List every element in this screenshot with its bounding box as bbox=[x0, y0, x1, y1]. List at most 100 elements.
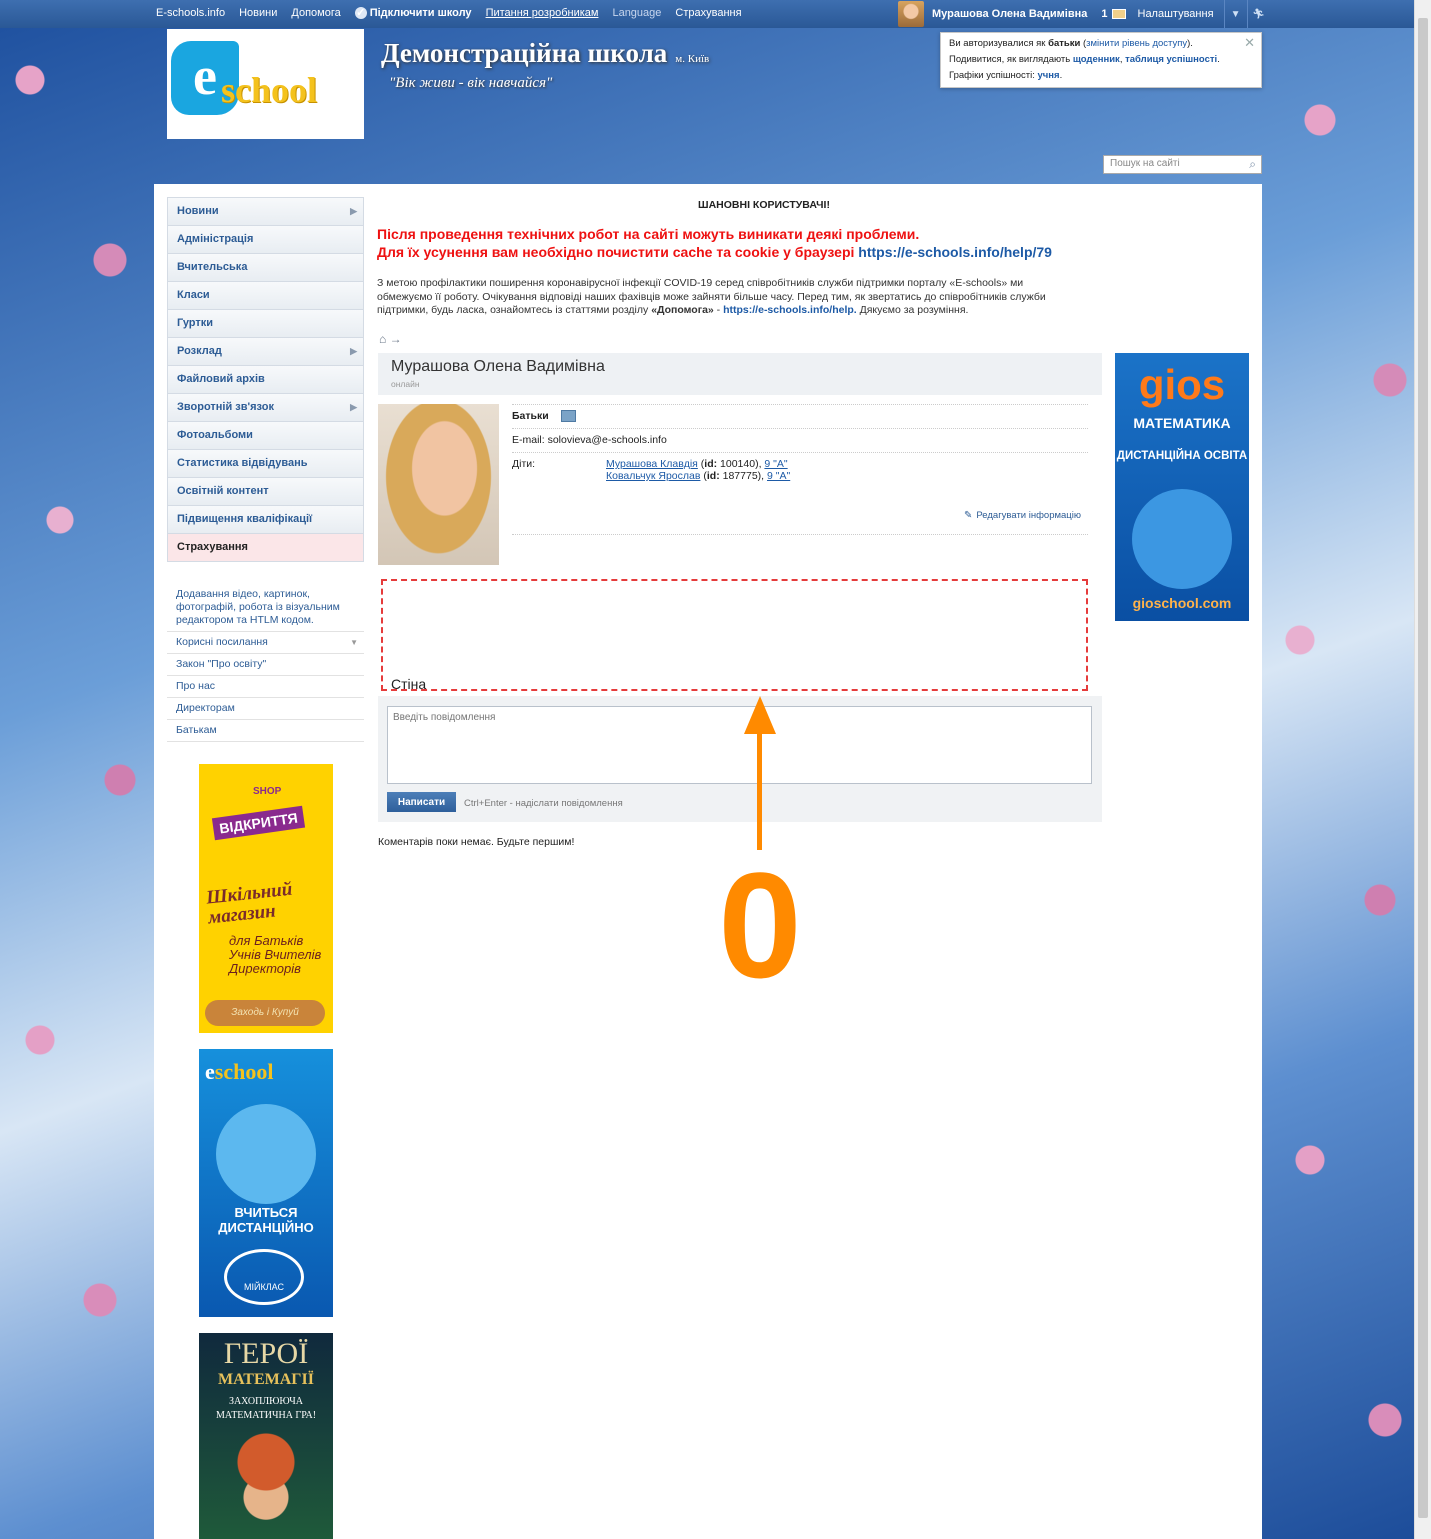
sidebar-item-feedback[interactable]: Зворотній зв'язок ▶ bbox=[167, 394, 364, 422]
help-link[interactable]: https://e-schools.info/help. bbox=[723, 304, 857, 316]
sidebar-item-file-archive[interactable]: Файловий архів bbox=[167, 366, 364, 394]
link-education-law[interactable]: Закон "Про освіту" bbox=[167, 654, 364, 676]
scrollbar[interactable] bbox=[1414, 0, 1431, 1539]
sidebar-item-visit-stats[interactable]: Статистика відвідувань bbox=[167, 450, 364, 478]
shop-banner[interactable]: SHOP ВІДКРИТТЯ Шкільний магазин для Бать… bbox=[199, 764, 333, 1033]
chevron-right-icon: ▶ bbox=[350, 206, 357, 216]
game-banner-subtitle: МАТЕМАГІЇ bbox=[218, 1371, 314, 1388]
user-area: Мурашова Олена Вадимівна 1 Налаштування … bbox=[898, 0, 1270, 28]
math-game-banner[interactable]: ГЕРОЇ МАТЕМАГІЇ ЗАХОПЛЮЮЧА МАТЕМАТИЧНА Г… bbox=[199, 1333, 333, 1539]
envelope-icon[interactable] bbox=[1111, 9, 1126, 19]
sidebar-item-news[interactable]: Новини ▶ bbox=[167, 197, 364, 226]
profile-email: solovieva@e-schools.info bbox=[547, 434, 667, 447]
annotation-arrow bbox=[757, 724, 762, 850]
chevron-right-icon: ▶ bbox=[350, 346, 357, 356]
logo-text: school bbox=[221, 70, 318, 110]
child-class-link[interactable]: 9 "А" bbox=[764, 458, 787, 470]
announcement-title: ШАНОВНІ КОРИСТУВАЧІ! bbox=[698, 199, 830, 211]
highlight-box bbox=[381, 579, 1088, 691]
sidebar-item-teachers-room[interactable]: Вчительська bbox=[167, 254, 364, 282]
shop-banner-shop: SHOP bbox=[253, 786, 282, 797]
annotation-arrow-head bbox=[744, 696, 776, 734]
profile-name: Мурашова Олена Вадимівна bbox=[391, 358, 605, 375]
grades-table-link[interactable]: таблиця успішності bbox=[1125, 54, 1217, 65]
child-entry: Мурашова Клавдія (id: 100140), 9 "А" bbox=[606, 458, 788, 471]
edit-info-link[interactable]: ✎ Редагувати інформацію bbox=[964, 510, 1081, 521]
profile-photo[interactable] bbox=[378, 404, 499, 565]
close-icon[interactable]: ✕ bbox=[1244, 35, 1255, 51]
chevron-right-icon: ▶ bbox=[350, 402, 357, 412]
school-motto: "Вік живи - вік навчайся" bbox=[389, 75, 553, 91]
school-title: Демонстраційна школа м. Київ bbox=[381, 38, 710, 68]
auth-notice: Ви авторизувалися як батьки (змінити рів… bbox=[940, 32, 1262, 88]
wizard-icon bbox=[221, 1429, 311, 1539]
post-button[interactable]: Написати bbox=[387, 792, 456, 812]
auth-notice-line1: Ви авторизувалися як батьки (змінити рів… bbox=[949, 38, 1193, 49]
settings-link[interactable]: Налаштування bbox=[1138, 8, 1214, 20]
contact-card-icon[interactable] bbox=[560, 410, 576, 423]
child-link[interactable]: Мурашова Клавдія bbox=[606, 458, 698, 470]
online-status: онлайн bbox=[391, 379, 420, 389]
student-graphs-link[interactable]: учня bbox=[1038, 70, 1060, 81]
announcement-warning: Після проведення технічних робот на сайт… bbox=[377, 226, 1052, 260]
school-city: м. Київ bbox=[675, 53, 710, 65]
diary-link[interactable]: щоденник bbox=[1073, 54, 1120, 65]
site-logo[interactable]: e school bbox=[167, 29, 364, 139]
distance-learning-banner[interactable]: eschool ВЧИТЬСЯ ДИСТАНЦІЙНО МІЙКЛАС bbox=[199, 1049, 333, 1317]
wall-form: Написати Ctrl+Enter - надіслати повідомл… bbox=[378, 696, 1102, 822]
top-nav-eschools[interactable]: E-schools.info bbox=[156, 7, 225, 19]
top-nav-help[interactable]: Допомога bbox=[291, 7, 340, 19]
game-banner-title: ГЕРОЇ bbox=[223, 1337, 309, 1370]
user-name-link[interactable]: Мурашова Олена Вадимівна bbox=[932, 8, 1087, 20]
child-class-link[interactable]: 9 "А" bbox=[767, 470, 790, 482]
link-editor-help[interactable]: Додавання відео, картинок, фотографій, р… bbox=[167, 584, 364, 632]
home-icon[interactable]: ⌂ bbox=[379, 332, 386, 346]
search-icon[interactable]: ⌕ bbox=[1249, 157, 1256, 172]
sidebar-item-insurance[interactable]: Страхування bbox=[167, 534, 364, 562]
breadcrumb: ⌂ → bbox=[379, 332, 402, 346]
profile-header: Мурашова Олена Вадимівна онлайн bbox=[378, 353, 1102, 395]
top-nav-news[interactable]: Новини bbox=[239, 7, 277, 19]
link-parents[interactable]: Батькам bbox=[167, 720, 364, 742]
gios-subject: МАТЕМАТИКА bbox=[1133, 415, 1231, 431]
user-avatar[interactable] bbox=[898, 1, 924, 27]
link-useful[interactable]: Корисні посилання ▼ bbox=[167, 632, 364, 654]
change-access-link[interactable]: змінити рівень доступу bbox=[1086, 38, 1187, 49]
cache-help-link[interactable]: https://e-schools.info/help/79 bbox=[858, 244, 1052, 260]
link-directors[interactable]: Директорам bbox=[167, 698, 364, 720]
sidebar-item-clubs[interactable]: Гуртки bbox=[167, 310, 364, 338]
child-link[interactable]: Ковальчук Ярослав bbox=[606, 470, 700, 482]
wall-title: Стіна bbox=[391, 676, 427, 692]
logout-runner-icon[interactable]: 🏃︎ bbox=[1248, 0, 1270, 28]
gios-url: gioschool.com bbox=[1132, 595, 1232, 611]
annotation-number: 0 bbox=[718, 841, 802, 1009]
sidebar-links: Додавання відео, картинок, фотографій, р… bbox=[167, 584, 364, 742]
gios-ad-banner[interactable]: gios МАТЕМАТИКА ДИСТАНЦІЙНА ОСВІТА giosc… bbox=[1115, 353, 1249, 621]
chevron-down-icon[interactable]: ▼ bbox=[350, 636, 358, 649]
shop-banner-cta[interactable]: Заходь і Купуй bbox=[205, 1000, 325, 1026]
link-about[interactable]: Про нас bbox=[167, 676, 364, 698]
profile-children-row: Діти: Мурашова Клавдія (id: 100140), 9 "… bbox=[512, 452, 1088, 488]
sidebar-item-schedule[interactable]: Розклад ▶ bbox=[167, 338, 364, 366]
edit-icon: ✎ bbox=[964, 510, 973, 521]
arrow-right-icon: → bbox=[389, 332, 402, 346]
insurance-link[interactable]: Страхування bbox=[675, 7, 741, 19]
wall-message-input[interactable] bbox=[387, 706, 1092, 784]
sidebar-item-classes[interactable]: Класи bbox=[167, 282, 364, 310]
gios-tagline: ДИСТАНЦІЙНА ОСВІТА bbox=[1116, 450, 1248, 462]
scrollbar-thumb[interactable] bbox=[1418, 18, 1428, 1518]
connect-school-link[interactable]: ✓ Підключити школу bbox=[354, 7, 472, 19]
sidebar-nav: Новини ▶ Адміністрація Вчительська Класи … bbox=[167, 197, 364, 562]
distance-banner-logo: eschool bbox=[205, 1059, 274, 1084]
chevron-down-icon[interactable]: ▼ bbox=[1225, 0, 1247, 28]
sidebar-item-qualification[interactable]: Підвищення кваліфікації bbox=[167, 506, 364, 534]
sidebar-item-edu-content[interactable]: Освітній контент bbox=[167, 478, 364, 506]
check-icon: ✓ bbox=[354, 7, 367, 19]
sidebar-item-administration[interactable]: Адміністрація bbox=[167, 226, 364, 254]
shop-banner-audience: для Батьків Учнів Вчителів Директорів bbox=[229, 933, 322, 976]
sidebar-item-photo-albums[interactable]: Фотоальбоми bbox=[167, 422, 364, 450]
language-link[interactable]: Language bbox=[612, 7, 661, 19]
dev-questions-link[interactable]: Питання розробникам bbox=[486, 7, 599, 19]
messages-count[interactable]: 1 bbox=[1101, 8, 1107, 20]
site-search-input[interactable]: Пошук на сайті ⌕ bbox=[1103, 155, 1262, 174]
